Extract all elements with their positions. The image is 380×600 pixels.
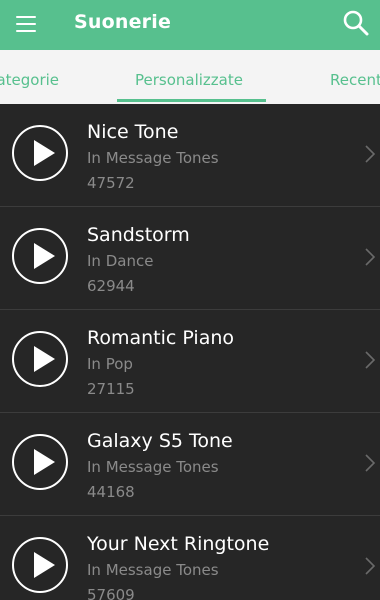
ringtone-name: Galaxy S5 Tone — [87, 430, 233, 452]
ringtone-count: 44168 — [87, 483, 135, 501]
chevron-right-icon — [365, 145, 376, 163]
play-icon[interactable] — [12, 331, 68, 387]
chevron-right-icon — [365, 351, 376, 369]
tab-categorie[interactable]: Categorie — [0, 71, 59, 89]
play-icon[interactable] — [12, 228, 68, 284]
tab-indicator — [117, 99, 266, 102]
ringtone-count: 47572 — [87, 174, 135, 192]
ringtone-category: In Dance — [87, 252, 154, 270]
tab-recenti[interactable]: Recenti — [330, 71, 380, 89]
tab-bar: Categorie Personalizzate Recenti — [0, 50, 380, 104]
list-item[interactable]: Nice Tone In Message Tones 47572 — [0, 104, 380, 207]
chevron-right-icon — [365, 454, 376, 472]
menu-icon[interactable] — [16, 16, 36, 32]
play-icon[interactable] — [12, 434, 68, 490]
ringtone-category: In Message Tones — [87, 458, 219, 476]
list-item[interactable]: Your Next Ringtone In Message Tones 5760… — [0, 516, 380, 600]
play-icon[interactable] — [12, 537, 68, 593]
chevron-right-icon — [365, 557, 376, 575]
ringtone-category: In Message Tones — [87, 561, 219, 579]
ringtone-name: Sandstorm — [87, 224, 190, 246]
ringtone-count: 57609 — [87, 586, 135, 600]
ringtone-name: Nice Tone — [87, 121, 179, 143]
list-item[interactable]: Galaxy S5 Tone In Message Tones 44168 — [0, 413, 380, 516]
page-title: Suonerie — [74, 11, 172, 33]
ringtone-category: In Pop — [87, 355, 133, 373]
ringtone-category: In Message Tones — [87, 149, 219, 167]
ringtone-name: Your Next Ringtone — [87, 533, 270, 555]
app-bar: Suonerie — [0, 0, 380, 50]
play-icon[interactable] — [12, 125, 68, 181]
list-item[interactable]: Sandstorm In Dance 62944 — [0, 207, 380, 310]
ringtone-count: 62944 — [87, 277, 135, 295]
list-item[interactable]: Romantic Piano In Pop 27115 — [0, 310, 380, 413]
ringtone-count: 27115 — [87, 380, 135, 398]
search-icon[interactable] — [342, 9, 370, 37]
ringtone-list: Nice Tone In Message Tones 47572 Sandsto… — [0, 104, 380, 600]
chevron-right-icon — [365, 248, 376, 266]
tab-personalizzate[interactable]: Personalizzate — [135, 71, 243, 89]
ringtone-name: Romantic Piano — [87, 327, 235, 349]
